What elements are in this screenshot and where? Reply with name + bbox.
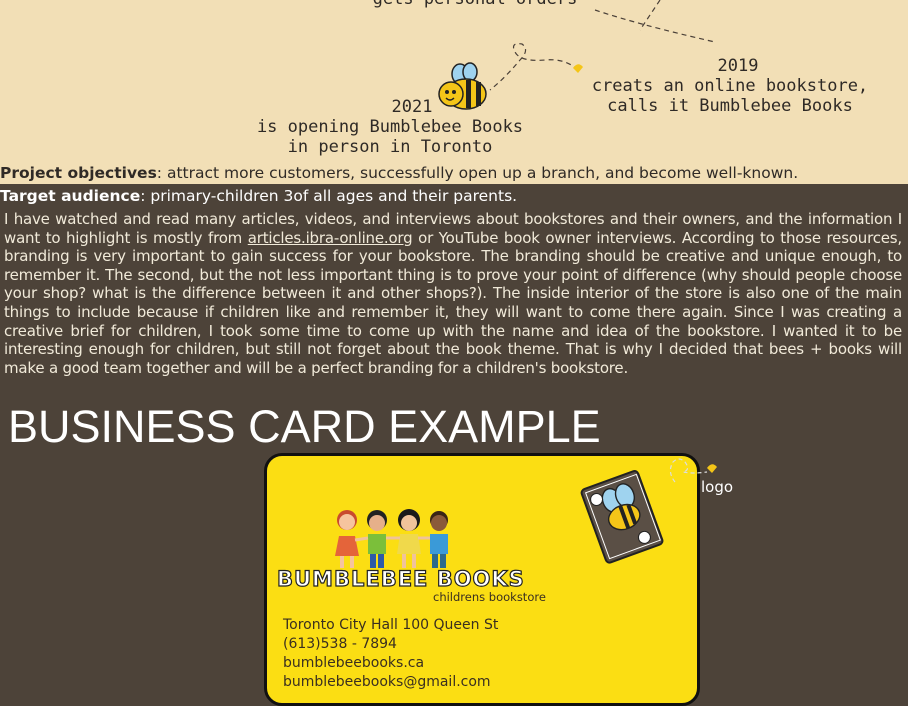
timeline-2019-line2: calls it Bumblebee Books <box>607 96 853 116</box>
audience-label: Target audience <box>0 187 141 205</box>
target-audience: Target audience: primary-children 3of al… <box>0 187 908 205</box>
timeline-2021-line1: is opening Bumblebee Books <box>256 117 524 137</box>
project-objectives: Project objectives: attract more custome… <box>0 164 908 182</box>
contact-info: Toronto City Hall 100 Queen St (613)538 … <box>283 616 498 692</box>
brand-subtitle: childrens bookstore <box>433 590 546 604</box>
phone-text: (613)538 - 7894 <box>283 636 397 652</box>
timeline-item-2019: 2019 creats an online bookstore, calls i… <box>560 56 900 116</box>
email-text: bumblebeebooks@gmail.com <box>283 674 491 690</box>
address-text: Toronto City Hall 100 Queen St <box>283 617 499 633</box>
timeline-year-2019: 2019 <box>717 56 759 76</box>
source-link[interactable]: articles.ibra-online.org <box>248 229 413 247</box>
timeline-item-2021: 2021 is opening Bumblebee Books in perso… <box>240 97 540 157</box>
business-card: BUMBLEBEE BOOKS childrens bookstore Toro… <box>264 453 700 706</box>
research-paragraph: I have watched and read many articles, v… <box>4 210 902 377</box>
logo-label: logo <box>701 478 734 496</box>
timeline-panel: gets personal orders 2019 creats an onli… <box>0 0 908 184</box>
timeline-2019-line1: creats an online bookstore, <box>591 76 869 96</box>
website-text: bumblebeebooks.ca <box>283 655 425 671</box>
children-illustration-icon <box>335 509 448 568</box>
brand-name: BUMBLEBEE BOOKS <box>276 566 525 591</box>
objectives-text: : attract more customers, successfully o… <box>156 164 799 182</box>
timeline-header-text: gets personal orders <box>310 0 640 9</box>
audience-text: : primary-children 3of all ages and thei… <box>140 187 518 205</box>
paragraph-part2: or YouTube book owner interviews. Accord… <box>4 228 902 377</box>
timeline-year-2021: 2021 <box>391 97 433 117</box>
section-heading: BUSINESS CARD EXAMPLE <box>8 401 601 452</box>
timeline-2021-line2: in person in Toronto <box>287 137 493 157</box>
objectives-label: Project objectives <box>0 164 157 182</box>
